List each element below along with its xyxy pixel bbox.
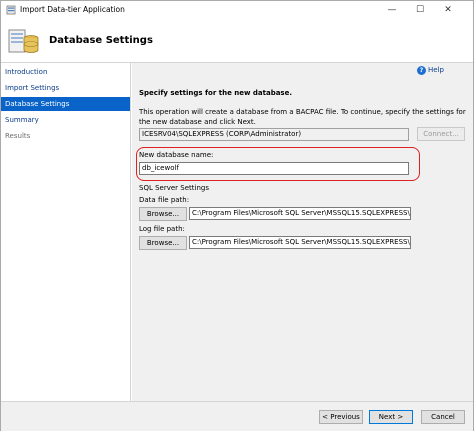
title-bar: Import Data-tier Application — ☐ ✕ — [1, 1, 473, 19]
cancel-button[interactable]: Cancel — [421, 410, 465, 424]
data-file-path-label: Data file path: — [139, 196, 190, 204]
sql-server-settings-label: SQL Server Settings — [139, 184, 209, 192]
import-dialog-window: Import Data-tier Application — ☐ ✕ Datab… — [0, 0, 474, 431]
help-icon[interactable]: ? — [417, 66, 426, 75]
log-file-path-label: Log file path: — [139, 225, 185, 233]
sidebar-item-summary[interactable]: Summary — [1, 113, 130, 127]
sidebar-item-import-settings[interactable]: Import Settings — [1, 81, 130, 95]
new-database-name-label: New database name: — [139, 151, 214, 159]
server-connection-field: ICESRV04\SQLEXPRESS (CORP\Administrator) — [139, 128, 409, 141]
database-settings-panel: ? Help Specify settings for the new data… — [132, 63, 473, 401]
sidebar-item-results: Results — [5, 132, 31, 140]
footer-divider — [1, 401, 473, 402]
page-title: Database Settings — [49, 35, 153, 46]
help-link[interactable]: Help — [428, 66, 444, 74]
data-file-path-input[interactable]: C:\Program Files\Microsoft SQL Server\MS… — [189, 207, 411, 220]
data-tier-app-icon — [6, 5, 16, 15]
browse-log-file-button[interactable]: Browse... — [139, 236, 187, 250]
sidebar-item-database-settings[interactable]: Database Settings — [1, 97, 130, 111]
wizard-steps-sidebar: Introduction Import Settings Database Se… — [1, 63, 131, 401]
wizard-footer: < Previous Next > Cancel — [1, 401, 473, 431]
sidebar-item-introduction[interactable]: Introduction — [1, 65, 130, 79]
maximize-button[interactable]: ☐ — [406, 1, 434, 19]
browse-data-file-button[interactable]: Browse... — [139, 207, 187, 221]
connect-button: Connect... — [417, 127, 465, 141]
previous-button[interactable]: < Previous — [319, 410, 363, 424]
new-database-name-input[interactable]: db_icewolf — [139, 162, 409, 175]
next-button[interactable]: Next > — [369, 410, 413, 424]
database-wizard-icon — [8, 29, 39, 53]
description-text: This operation will create a database fr… — [139, 108, 466, 126]
section-title: Specify settings for the new database. — [139, 89, 293, 97]
log-file-path-input[interactable]: C:\Program Files\Microsoft SQL Server\MS… — [189, 236, 411, 249]
close-button[interactable]: ✕ — [434, 1, 462, 19]
page-header: Database Settings — [1, 19, 473, 63]
minimize-button[interactable]: — — [378, 1, 406, 19]
window-title: Import Data-tier Application — [20, 5, 125, 14]
